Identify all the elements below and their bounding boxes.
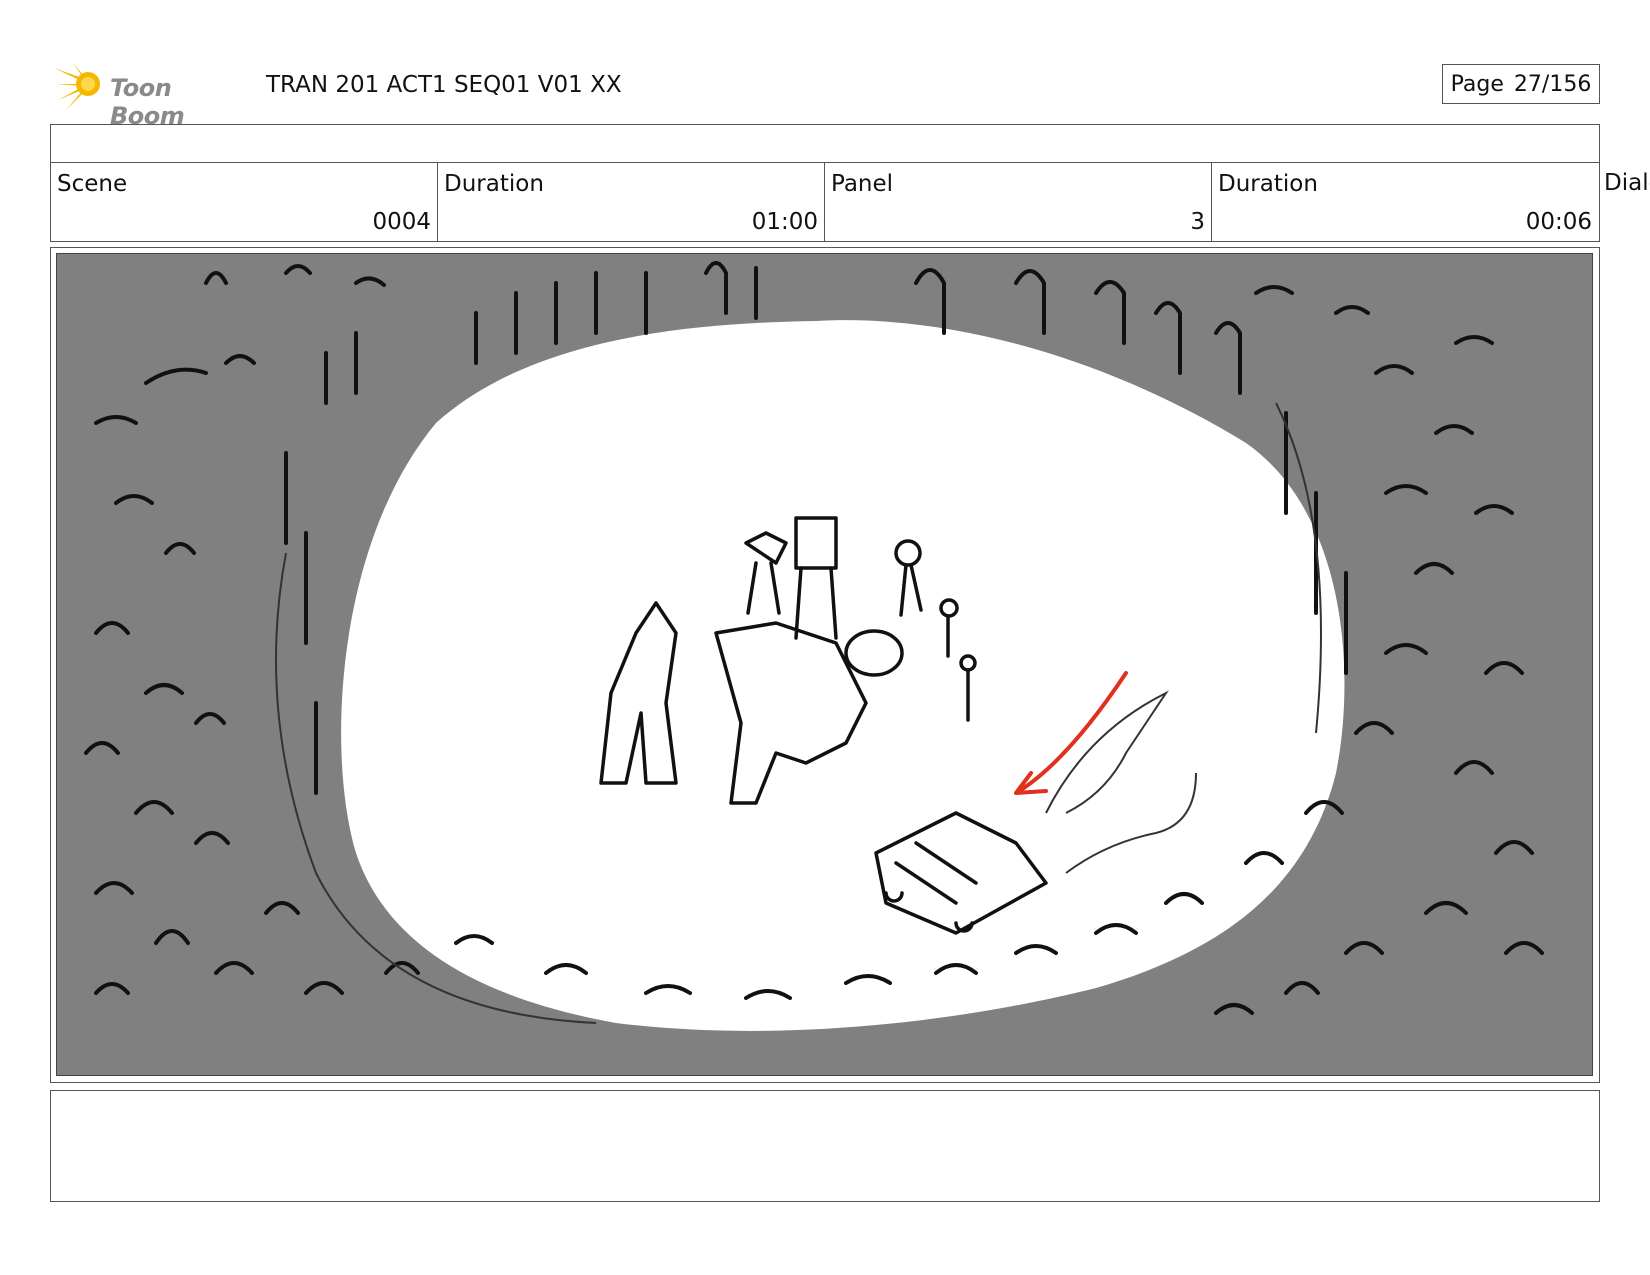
panel-cell: Panel 3 (825, 163, 1212, 241)
toon-boom-logo: Toon Boom (52, 58, 252, 130)
panel-duration-value: 00:06 (1525, 209, 1592, 235)
scene-duration-cell: Duration 01:00 (438, 163, 825, 241)
panel-duration-cell: Duration 00:06 (1212, 163, 1598, 241)
scene-duration-label: Duration (444, 171, 544, 197)
scene-number: 0004 (372, 209, 431, 235)
panel-notes-box (50, 1090, 1600, 1202)
scene-duration-value: 01:00 (751, 209, 818, 235)
storyboard-sketch-image (56, 253, 1593, 1076)
info-title-row (51, 125, 1599, 163)
dialog-label: Dialog (1604, 170, 1650, 196)
panel-number: 3 (1190, 209, 1205, 235)
page-label: Page (1450, 71, 1504, 97)
page-indicator: Page 27/156 (1442, 64, 1600, 104)
document-title: TRAN 201 ACT1 SEQ01 V01 XX (266, 72, 622, 98)
scene-info-table: Scene 0004 Duration 01:00 Panel 3 Durati… (50, 124, 1600, 242)
page-number: 27/156 (1513, 71, 1592, 97)
storyboard-panel (50, 247, 1600, 1083)
scene-cell: Scene 0004 (51, 163, 438, 241)
scene-label: Scene (57, 171, 128, 197)
panel-label: Panel (831, 171, 894, 197)
logo-text: Toon Boom (110, 74, 185, 130)
panel-duration-label: Duration (1218, 171, 1318, 197)
sun-flare-icon (54, 62, 100, 110)
page-header: Toon Boom TRAN 201 ACT1 SEQ01 V01 XX Pag… (50, 52, 1600, 130)
